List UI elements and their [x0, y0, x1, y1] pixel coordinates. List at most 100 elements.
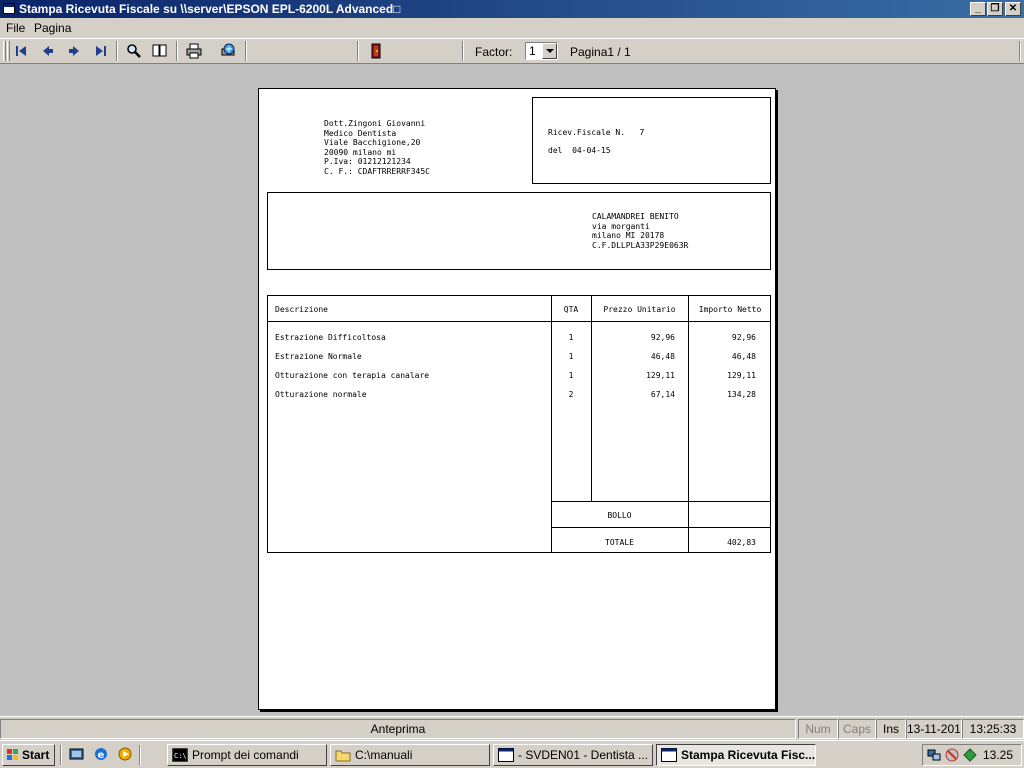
first-page-button[interactable]: [11, 41, 33, 61]
print-button[interactable]: [183, 41, 205, 61]
row-description: Otturazione normale: [275, 390, 367, 399]
row-amount: 92,96: [731, 333, 756, 342]
previous-page-button[interactable]: [37, 41, 59, 61]
window-icon: [661, 748, 677, 762]
two-pages-icon: [152, 44, 167, 57]
toolbar-separator: [245, 41, 247, 61]
recipient-details: CALAMANDREI BENITO via morganti milano M…: [592, 212, 689, 250]
window-title: Stampa Ricevuta Fiscale su \\server\EPSO…: [19, 2, 401, 16]
print-preview-area[interactable]: Dott.Zingoni Giovanni Medico Dentista Vi…: [0, 64, 1024, 716]
window-icon: [498, 748, 514, 762]
print-setup-icon: [221, 43, 235, 56]
row-amount: 46,48: [731, 352, 756, 361]
status-date: 13-11-2015: [906, 719, 962, 739]
menu-bar: File Pagina: [0, 18, 1024, 38]
media-player-icon[interactable]: [117, 746, 133, 762]
taskbar-separator: [60, 745, 62, 765]
exit-button[interactable]: [365, 41, 387, 61]
toolbar-separator: [116, 41, 118, 61]
row-amount: 134,28: [727, 390, 756, 399]
start-button[interactable]: Start: [2, 744, 55, 766]
row-qty: 1: [568, 352, 574, 361]
status-bar: Anteprima Num Caps Ins 13-11-2015 13:25:…: [0, 716, 1024, 740]
row-unit-price: 92,96: [650, 333, 675, 342]
row-amount: 129,11: [727, 371, 756, 380]
receipt-number: Ricev.Fiscale N. 7: [548, 128, 645, 137]
column-header-qty: QTA: [563, 305, 579, 314]
svg-text:C:\: C:\: [174, 752, 187, 760]
toolbar-grip[interactable]: [3, 41, 6, 61]
row-qty: 1: [568, 371, 574, 380]
toolbar-separator: [462, 41, 464, 61]
close-button[interactable]: ✕: [1005, 2, 1021, 16]
minimize-button[interactable]: _: [970, 2, 986, 16]
task-prompt[interactable]: C:\ Prompt dei comandi: [167, 744, 327, 766]
menu-file[interactable]: File: [6, 21, 25, 35]
total-label: TOTALE: [605, 538, 634, 547]
items-table: Descrizione QTA Prezzo Unitario Importo …: [267, 295, 771, 553]
next-page-icon: [69, 46, 79, 56]
previous-page-icon: [43, 46, 53, 56]
toolbar-separator: [1019, 41, 1021, 61]
next-page-button[interactable]: [63, 41, 85, 61]
menu-pagina[interactable]: Pagina: [34, 21, 71, 35]
chevron-down-icon[interactable]: [542, 43, 557, 59]
zoom-button[interactable]: [123, 41, 145, 61]
toolbar-separator: [176, 41, 178, 61]
toolbar-separator: [357, 41, 359, 61]
cmd-icon: C:\: [172, 748, 188, 762]
last-page-button[interactable]: [89, 41, 111, 61]
total-value: 402,83: [727, 538, 756, 547]
table-row: Estrazione Difficoltosa 1 92,96 92,96: [268, 333, 770, 345]
zoom-icon: [127, 44, 141, 58]
internet-explorer-icon[interactable]: e: [93, 746, 109, 762]
status-num: Num: [798, 719, 838, 739]
task-svden[interactable]: - SVDEN01 - Dentista ...: [493, 744, 653, 766]
first-page-icon: [16, 46, 26, 56]
receipt-page: Dott.Zingoni Giovanni Medico Dentista Vi…: [258, 88, 776, 710]
task-stampa[interactable]: Stampa Ricevuta Fisc...: [656, 744, 816, 766]
title-bar[interactable]: Stampa Ricevuta Fiscale su \\server\EPSO…: [0, 0, 1024, 18]
bollo-label: BOLLO: [607, 511, 632, 520]
task-label: - SVDEN01 - Dentista ...: [518, 748, 649, 762]
table-row: Otturazione con terapia canalare 1 129,1…: [268, 371, 770, 383]
factor-select[interactable]: 1: [525, 42, 558, 60]
show-desktop-icon[interactable]: [69, 746, 85, 762]
column-header-description: Descrizione: [275, 305, 328, 314]
printer-icon: [186, 43, 202, 59]
receipt-date: del 04-04-15: [548, 146, 611, 155]
row-description: Estrazione Difficoltosa: [275, 333, 386, 342]
task-label: Prompt dei comandi: [192, 748, 299, 762]
restore-button[interactable]: ❐: [987, 2, 1003, 16]
windows-logo-icon: [7, 749, 18, 760]
row-unit-price: 46,48: [650, 352, 675, 361]
update-icon[interactable]: [963, 748, 977, 762]
status-ins: Ins: [876, 719, 906, 739]
table-row: Otturazione normale 2 67,14 134,28: [268, 390, 770, 402]
status-caps: Caps: [838, 719, 876, 739]
row-unit-price: 67,14: [650, 390, 675, 399]
status-mode: Anteprima: [0, 719, 796, 739]
column-header-unit-price: Prezzo Unitario: [603, 305, 676, 314]
status-time: 13:25:33: [962, 719, 1024, 739]
toolbar-grip[interactable]: [7, 41, 10, 61]
system-tray: 13.25: [922, 744, 1022, 766]
task-folder[interactable]: C:\manuali: [330, 744, 490, 766]
page-indicator: Pagina1 / 1: [570, 45, 631, 59]
row-description: Otturazione con terapia canalare: [275, 371, 430, 380]
network-icon[interactable]: [927, 748, 941, 762]
row-qty: 2: [568, 390, 574, 399]
row-qty: 1: [568, 333, 574, 342]
receipt-number-box: Ricev.Fiscale N. 7 del 04-04-15: [532, 97, 771, 184]
issuer-details: Dott.Zingoni Giovanni Medico Dentista Vi…: [324, 119, 430, 176]
table-row: Estrazione Normale 1 46,48 46,48: [268, 352, 770, 364]
toolbar: Factor: 1 Pagina1 / 1: [0, 38, 1024, 64]
print-setup-button[interactable]: [217, 41, 239, 61]
recipient-box: CALAMANDREI BENITO via morganti milano M…: [267, 192, 771, 270]
taskbar: Start e C:\ Prompt dei comandi C:\manual…: [0, 740, 1024, 768]
security-shield-icon[interactable]: [945, 748, 959, 762]
exit-door-icon: [371, 43, 381, 59]
start-label: Start: [22, 748, 50, 762]
taskbar-clock[interactable]: 13.25: [983, 748, 1013, 762]
two-pages-button[interactable]: [149, 41, 171, 61]
